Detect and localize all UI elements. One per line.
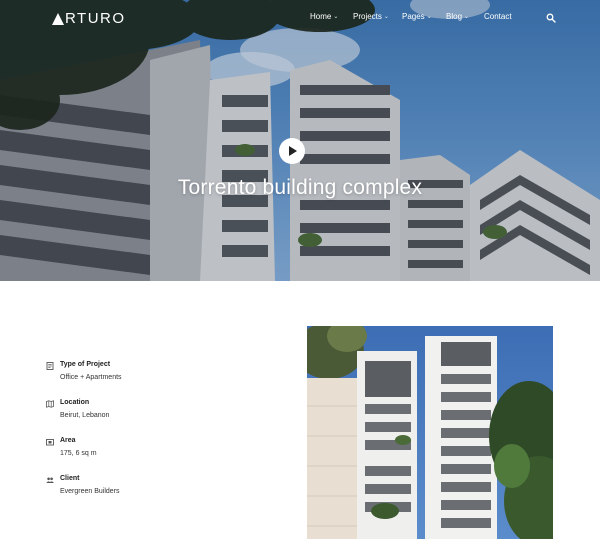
- project-photo-image: [307, 326, 553, 539]
- detail-type-of-project: Type of Project Office + Apartments: [46, 361, 266, 399]
- nav-item-projects[interactable]: Projects ⌄: [353, 12, 389, 21]
- nav-item-blog[interactable]: Blog ⌄: [446, 12, 469, 21]
- project-details: Type of Project Office + Apartments Loca…: [46, 361, 266, 513]
- detail-value: Beirut, Lebanon: [60, 412, 110, 419]
- play-video-button[interactable]: [279, 138, 305, 164]
- detail-area: Area 175, 6 sq m: [46, 437, 266, 475]
- nav-label: Projects: [353, 12, 382, 21]
- chevron-down-icon: ⌄: [464, 14, 470, 20]
- document-icon: [46, 362, 54, 370]
- chevron-down-icon: ⌄: [426, 14, 432, 20]
- map-icon: [46, 400, 54, 408]
- detail-value: Office + Apartments: [60, 374, 122, 381]
- chevron-down-icon: ⌄: [333, 14, 339, 20]
- nav-label: Home: [310, 12, 332, 21]
- site-logo[interactable]: RTURO: [52, 10, 126, 27]
- area-icon: [46, 439, 54, 446]
- nav-item-pages[interactable]: Pages ⌄: [402, 12, 432, 21]
- logo-a-mark-icon: [52, 12, 64, 25]
- detail-value: Evergreen Builders: [60, 488, 120, 495]
- chevron-down-icon: ⌄: [383, 14, 389, 20]
- detail-label: Client: [60, 475, 80, 482]
- search-icon[interactable]: [546, 13, 556, 23]
- nav-label: Contact: [484, 12, 512, 21]
- nav-item-home[interactable]: Home ⌄: [310, 12, 338, 21]
- nav-label: Blog: [446, 12, 463, 21]
- nav-label: Pages: [402, 12, 425, 21]
- detail-location: Location Beirut, Lebanon: [46, 399, 266, 437]
- detail-client: Client Evergreen Builders: [46, 475, 266, 513]
- detail-label: Area: [60, 437, 76, 444]
- detail-label: Type of Project: [60, 361, 111, 368]
- play-icon: [289, 146, 297, 156]
- project-title: Torrento building complex: [177, 176, 423, 199]
- user-group-icon: [46, 477, 54, 483]
- logo-text: RTURO: [65, 10, 126, 27]
- detail-value: 175, 6 sq m: [60, 450, 97, 457]
- nav-item-contact[interactable]: Contact: [484, 12, 524, 21]
- detail-label: Location: [60, 399, 90, 406]
- project-photo: [307, 326, 553, 539]
